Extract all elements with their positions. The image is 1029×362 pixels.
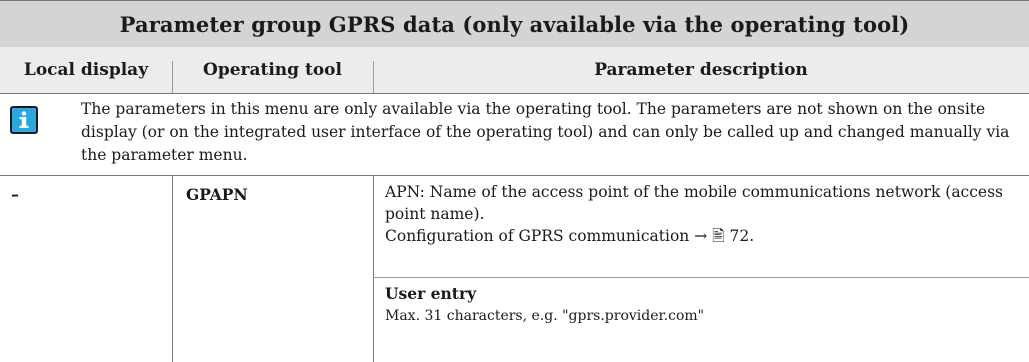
info-note-text: The parameters in this menu are only ava… bbox=[81, 100, 1010, 164]
operating-tool-code: GPAPN bbox=[186, 185, 248, 204]
parameter-description: APN: Name of the access point of the mob… bbox=[385, 181, 1025, 247]
header-local-display: Local display bbox=[23, 60, 149, 80]
description-reference: Configuration of GPRS communication → 🖹 … bbox=[385, 227, 755, 245]
info-icon bbox=[10, 106, 38, 134]
page: Parameter group GPRS data (only availabl… bbox=[0, 0, 1029, 362]
column-divider bbox=[172, 176, 173, 362]
table-header-row: Local display Operating tool Parameter d… bbox=[0, 47, 1029, 94]
column-divider bbox=[373, 176, 374, 362]
user-entry-value: Max. 31 characters, e.g. "gprs.provider.… bbox=[385, 308, 705, 324]
description-divider bbox=[373, 277, 1029, 278]
info-note-row: The parameters in this menu are only ava… bbox=[0, 94, 1029, 176]
description-text: APN: Name of the access point of the mob… bbox=[385, 183, 1004, 223]
header-operating-tool: Operating tool bbox=[203, 60, 342, 80]
user-entry-label: User entry bbox=[385, 284, 477, 303]
local-display-value: – bbox=[11, 185, 19, 204]
table-title: Parameter group GPRS data (only availabl… bbox=[0, 0, 1029, 47]
table-row: – GPAPN APN: Name of the access point of… bbox=[0, 176, 1029, 362]
header-parameter-description: Parameter description bbox=[594, 60, 808, 80]
